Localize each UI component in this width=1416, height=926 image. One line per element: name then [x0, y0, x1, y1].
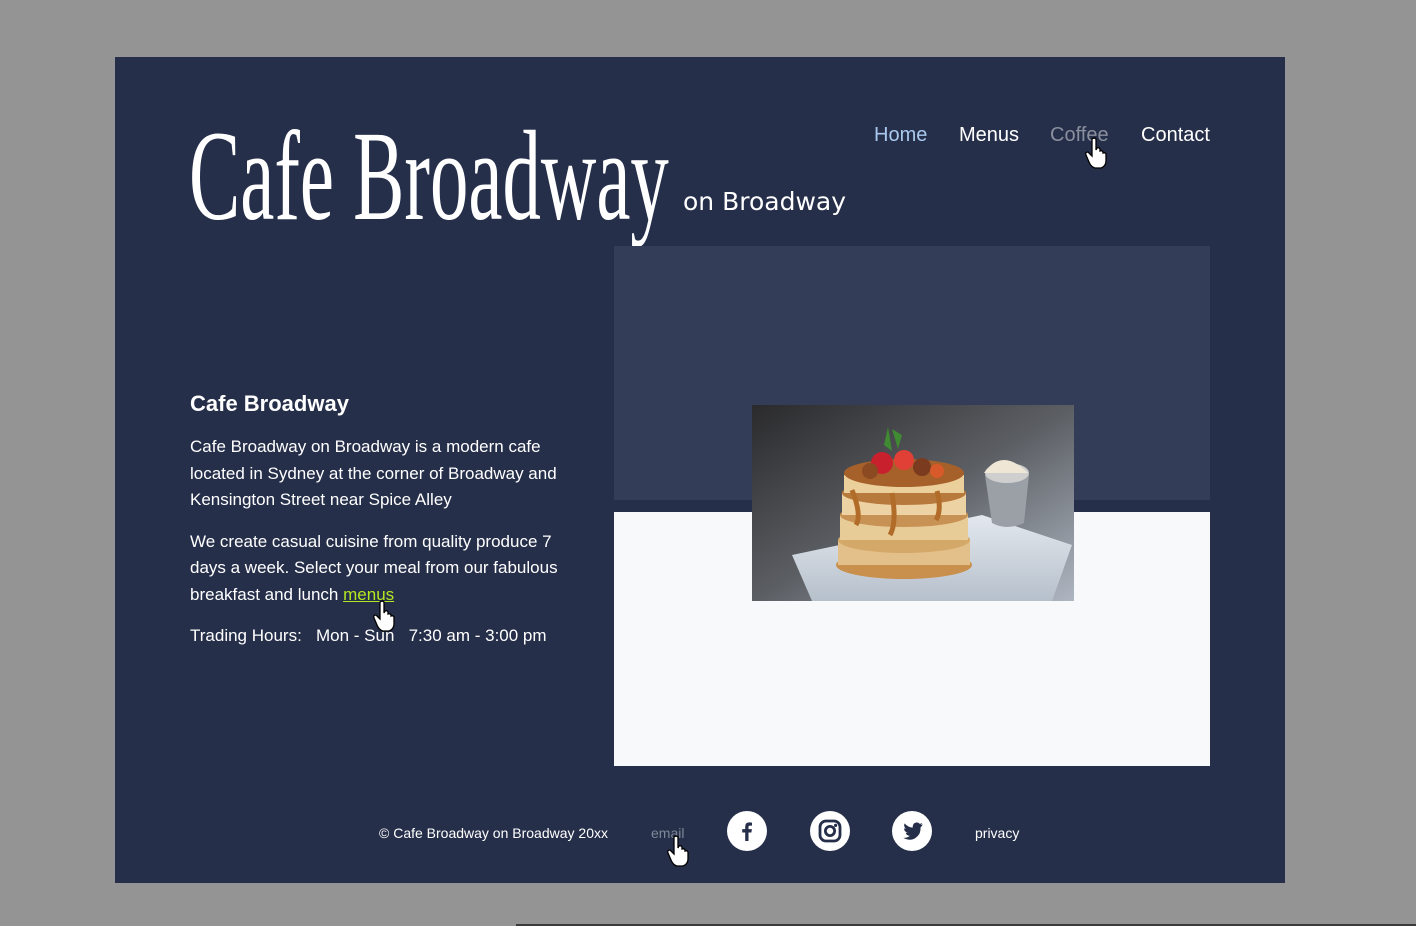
pancake-stack-photo: [752, 405, 1074, 601]
nav-home[interactable]: Home: [874, 124, 927, 147]
instagram-icon[interactable]: [810, 811, 850, 851]
nav-menus[interactable]: Menus: [959, 124, 1019, 147]
hand-cursor-icon: [1085, 137, 1107, 169]
intro-menus-text: We create casual cuisine from quality pr…: [190, 529, 590, 609]
privacy-link[interactable]: privacy: [975, 825, 1019, 841]
main-nav: Home Menus Coffee Contact: [115, 124, 1285, 154]
intro-title: Cafe Broadway: [190, 391, 349, 416]
hours-time: 7:30 am - 3:00 pm: [408, 626, 547, 645]
intro-description: Cafe Broadway on Broadway is a modern ca…: [190, 437, 557, 509]
hours-label: Trading Hours:: [190, 626, 302, 645]
facebook-icon[interactable]: [727, 811, 767, 851]
twitter-icon[interactable]: [892, 811, 932, 851]
site-footer: © Cafe Broadway on Broadway 20xx email p…: [115, 807, 1285, 857]
copyright-text: © Cafe Broadway on Broadway 20xx: [379, 825, 608, 841]
site-tagline: on Broadway: [683, 187, 847, 216]
hand-cursor-icon: [373, 600, 395, 632]
hand-cursor-icon: [667, 835, 689, 867]
page-container: Cafe Broadway on Broadway Home Menus Cof…: [115, 57, 1285, 883]
nav-contact[interactable]: Contact: [1141, 124, 1210, 147]
